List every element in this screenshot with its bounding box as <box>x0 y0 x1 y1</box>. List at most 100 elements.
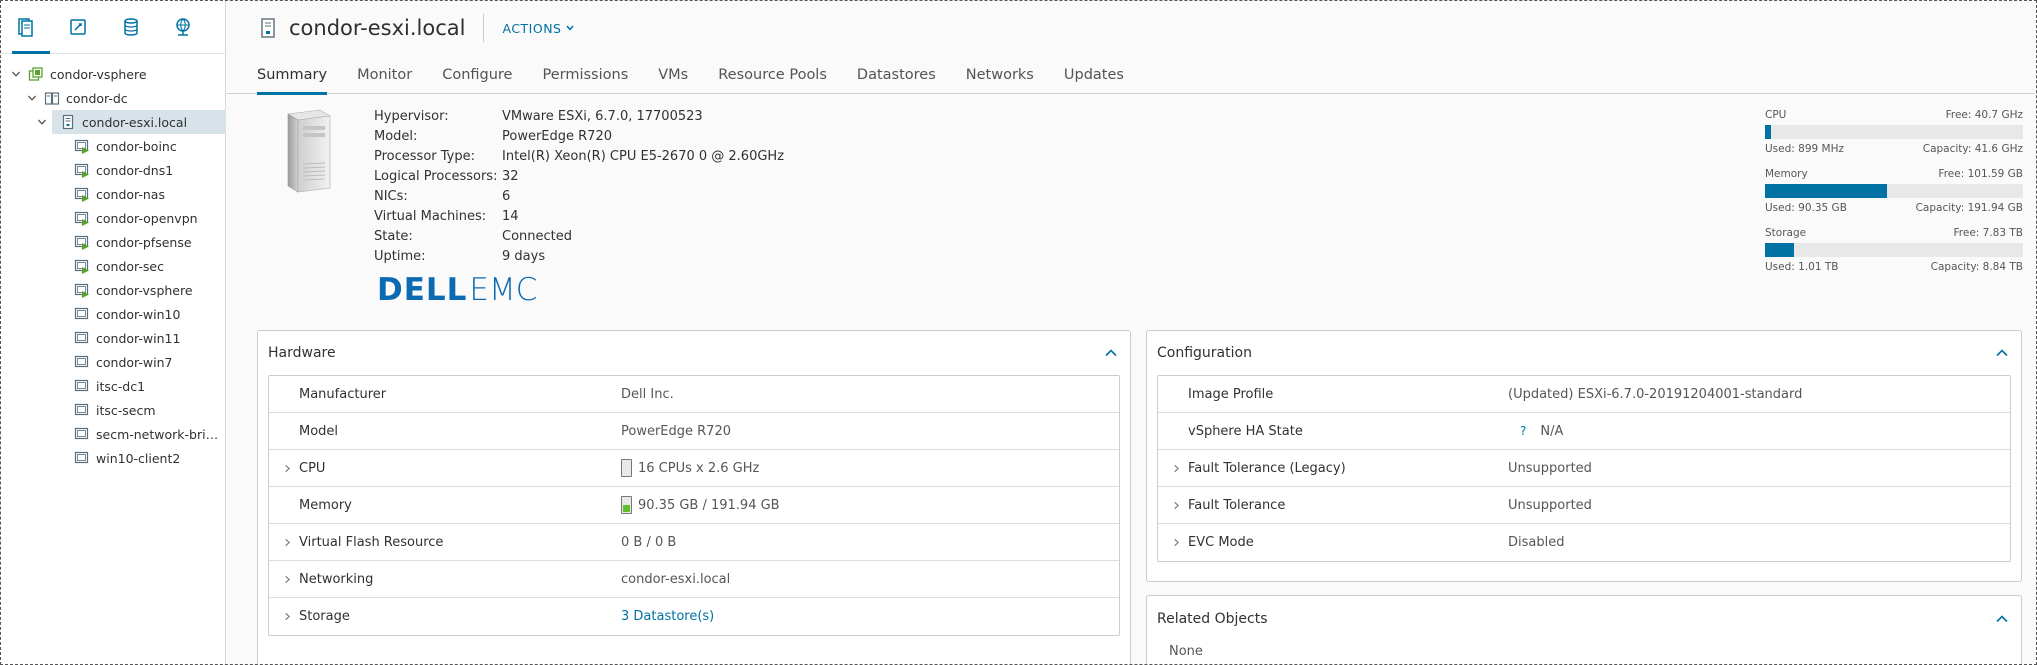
host-property-row: Hypervisor: VMware ESXi, 6.7.0, 17700523 <box>374 106 784 126</box>
tree-node-label: condor-win10 <box>96 306 181 322</box>
resource-name: CPU <box>1765 109 1787 121</box>
host-property-row: State: Connected <box>374 226 784 246</box>
row-key: Fault Tolerance (Legacy) <box>1188 460 1346 476</box>
vm-off-icon <box>74 403 89 416</box>
tab-datastores[interactable]: Datastores <box>857 56 936 94</box>
caret-down-icon[interactable] <box>26 92 38 104</box>
tab-updates[interactable]: Updates <box>1064 56 1124 94</box>
expand-chevron-icon[interactable] <box>1168 501 1184 510</box>
hardware-row[interactable]: Virtual Flash Resource 0 B / 0 B <box>269 524 1119 561</box>
tree-node[interactable]: condor-boinc <box>0 134 225 158</box>
configuration-row[interactable]: Fault Tolerance Unsupported <box>1158 487 2010 524</box>
configuration-row[interactable]: Fault Tolerance (Legacy) Unsupported <box>1158 450 2010 487</box>
tree-node[interactable]: condor-pfsense <box>0 230 225 254</box>
tree-node[interactable]: condor-esxi.local <box>38 110 226 134</box>
tree-node[interactable]: condor-vsphere <box>0 278 225 302</box>
vm-off-icon <box>74 307 89 320</box>
expand-chevron-icon[interactable] <box>279 538 295 547</box>
configuration-row[interactable]: EVC Mode Disabled <box>1158 524 2010 561</box>
property-value: 32 <box>502 168 519 184</box>
vcenter-icon <box>28 67 43 81</box>
tab-vms[interactable]: VMs <box>658 56 688 94</box>
host-property-row: Model: PowerEdge R720 <box>374 126 784 146</box>
inventory-tree: condor-vsphere condor-dc condor-esxi.local… <box>0 54 226 470</box>
hardware-row[interactable]: Networking condor-esxi.local <box>269 561 1119 598</box>
tab-resource-pools[interactable]: Resource Pools <box>718 56 827 94</box>
tree-node[interactable]: condor-openvpn <box>0 206 225 230</box>
collapse-chevron-icon[interactable] <box>1995 346 2009 360</box>
tab-monitor[interactable]: Monitor <box>357 56 412 94</box>
networking-tab[interactable] <box>173 0 225 54</box>
host-icon <box>62 114 74 130</box>
tree-node[interactable]: itsc-secm <box>0 398 225 422</box>
tree-node[interactable]: itsc-dc1 <box>0 374 225 398</box>
property-value: Connected <box>502 228 573 244</box>
tree-node-label: condor-esxi.local <box>82 114 188 130</box>
tab-summary[interactable]: Summary <box>257 56 328 95</box>
hardware-card-title: Hardware <box>268 345 336 361</box>
navigator-tab-bar <box>0 0 225 54</box>
expand-chevron-icon[interactable] <box>1168 538 1184 547</box>
tree-node[interactable]: condor-sec <box>0 254 225 278</box>
datastores-link[interactable]: 3 Datastore(s) <box>621 609 714 624</box>
tab-networks[interactable]: Networks <box>966 56 1034 94</box>
tab-configure[interactable]: Configure <box>442 56 512 94</box>
storage-tab[interactable] <box>121 0 173 54</box>
hardware-table: Manufacturer Dell Inc. Model PowerEdge R720… <box>268 375 1120 636</box>
hardware-row[interactable]: Storage 3 Datastore(s) <box>269 598 1119 635</box>
datacenter-icon <box>44 92 60 105</box>
related-objects-card: Related Objects None <box>1146 595 2022 665</box>
resource-capacity: Capacity: 41.6 GHz <box>1922 143 2023 155</box>
tree-node[interactable]: condor-nas <box>0 182 225 206</box>
tree-node-label: secm-network-brid... <box>96 426 225 442</box>
hardware-card-header[interactable]: Hardware <box>258 331 1130 375</box>
vm-off-icon <box>74 331 89 344</box>
collapse-chevron-icon[interactable] <box>1104 346 1118 360</box>
vms-and-templates-tab[interactable] <box>68 0 120 54</box>
expand-chevron-icon[interactable] <box>279 612 295 621</box>
tree-node[interactable]: condor-win10 <box>0 302 225 326</box>
related-objects-card-header[interactable]: Related Objects <box>1147 596 2021 642</box>
resource-free: Free: 40.7 GHz <box>1945 109 2023 121</box>
row-value: N/A <box>1540 423 1564 439</box>
property-value: PowerEdge R720 <box>502 128 612 144</box>
vm-off-icon <box>74 451 89 464</box>
tree-node-label: condor-nas <box>96 186 165 202</box>
header-separator <box>483 14 485 42</box>
expand-chevron-icon[interactable] <box>279 464 295 473</box>
tree-node[interactable]: condor-win11 <box>0 326 225 350</box>
tree-node[interactable]: win10-client2 <box>0 446 225 470</box>
property-value: 6 <box>502 188 511 204</box>
resource-meters: CPU Free: 40.7 GHz Used: 899 MHz Capacity: … <box>1765 108 2023 285</box>
expand-chevron-icon[interactable] <box>279 575 295 584</box>
server-tower-icon <box>287 109 331 193</box>
chevron-down-icon <box>565 25 574 31</box>
caret-down-icon[interactable] <box>36 116 48 128</box>
hardware-row[interactable]: CPU 16 CPUs x 2.6 GHz <box>269 450 1119 487</box>
resource-capacity: Capacity: 191.94 GB <box>1915 202 2023 214</box>
actions-menu-button[interactable]: ACTIONS <box>502 21 574 36</box>
resource-meter-storage: Storage Free: 7.83 TB Used: 1.01 TB Capacit… <box>1765 226 2023 274</box>
host-property-row: Processor Type: Intel(R) Xeon(R) CPU E5-2… <box>374 146 784 166</box>
tree-node[interactable]: condor-dc <box>0 86 225 110</box>
resource-name: Storage <box>1765 227 1807 239</box>
configuration-card-header[interactable]: Configuration <box>1147 331 2021 375</box>
tree-node-label: condor-dc <box>66 90 128 106</box>
tree-node[interactable]: condor-vsphere <box>0 62 225 86</box>
hosts-and-clusters-tab[interactable] <box>16 0 68 54</box>
tree-node[interactable]: secm-network-brid... <box>0 422 225 446</box>
tree-node[interactable]: condor-dns1 <box>0 158 225 182</box>
property-value: 9 days <box>502 248 546 264</box>
vendor-logo-emc: EMC <box>469 272 538 308</box>
vendor-logo-dell: DELL <box>377 272 468 308</box>
tab-permissions[interactable]: Permissions <box>542 56 628 94</box>
caret-down-icon[interactable] <box>10 68 22 80</box>
row-value: 0 B / 0 B <box>621 534 677 550</box>
vm-off-icon <box>74 427 89 440</box>
inventory-navigator: condor-vsphere condor-dc condor-esxi.local… <box>0 0 226 665</box>
hardware-card: Hardware Manufacturer Dell Inc. Model Power… <box>257 330 1131 665</box>
collapse-chevron-icon[interactable] <box>1995 612 2009 626</box>
help-icon[interactable]: ? <box>1520 424 1526 438</box>
expand-chevron-icon[interactable] <box>1168 464 1184 473</box>
tree-node[interactable]: condor-win7 <box>0 350 225 374</box>
